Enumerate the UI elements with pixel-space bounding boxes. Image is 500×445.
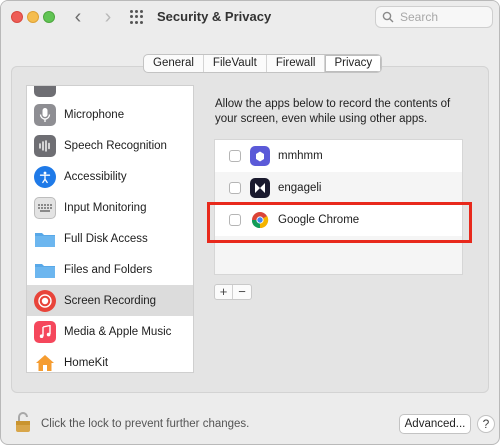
tab-filevault[interactable]: FileVault	[204, 55, 267, 72]
sidebar-item-speech-recognition[interactable]: Speech Recognition	[27, 130, 193, 161]
sidebar-item-screen-recording[interactable]: Screen Recording	[27, 285, 193, 316]
zoom-window-button[interactable]	[43, 11, 55, 23]
folder-icon	[34, 228, 56, 250]
tab-bar: General FileVault Firewall Privacy	[143, 54, 383, 73]
security-privacy-window: ‹ › Security & Privacy General FileVault…	[0, 0, 500, 445]
sidebar-item-accessibility[interactable]: Accessibility	[27, 161, 193, 192]
app-row-mmhmm[interactable]: mmhmm	[215, 140, 462, 172]
app-name: Google Chrome	[278, 214, 360, 226]
search-field[interactable]	[375, 6, 493, 28]
accessibility-icon	[34, 165, 56, 188]
sidebar-item-label: Accessibility	[64, 170, 127, 183]
waveform-icon	[34, 134, 56, 157]
app-list-empty-area	[215, 236, 462, 276]
window-title: Security & Privacy	[157, 9, 272, 24]
sidebar-item-files-and-folders[interactable]: Files and Folders	[27, 254, 193, 285]
sidebar-item-label: Screen Recording	[64, 294, 157, 307]
search-icon	[382, 11, 394, 23]
search-input[interactable]	[398, 9, 490, 25]
app-checkbox[interactable]	[229, 214, 241, 226]
forward-button[interactable]: ›	[97, 6, 119, 28]
app-name: engageli	[278, 182, 322, 194]
app-row-engageli[interactable]: engageli	[215, 172, 462, 204]
advanced-button[interactable]: Advanced...	[399, 414, 471, 434]
sidebar-item-input-monitoring[interactable]: Input Monitoring	[27, 192, 193, 223]
back-button[interactable]: ‹	[67, 6, 89, 28]
minimize-window-button[interactable]	[27, 11, 39, 23]
lock-status-text: Click the lock to prevent further change…	[41, 418, 250, 430]
privacy-sidebar: Microphone Speech Recognition Accessibil…	[26, 85, 194, 373]
tab-privacy[interactable]: Privacy	[325, 55, 382, 72]
screen-recording-description: Allow the apps below to record the conte…	[215, 98, 451, 125]
app-row-google-chrome[interactable]: Google Chrome	[215, 204, 462, 236]
engageli-icon	[250, 178, 270, 198]
sidebar-item-label: Microphone	[64, 108, 125, 121]
microphone-icon	[34, 103, 56, 126]
app-checkbox[interactable]	[229, 182, 241, 194]
sidebar-item-label: Input Monitoring	[64, 201, 147, 214]
mmhmm-icon	[250, 146, 270, 166]
microphone-icon	[34, 86, 56, 97]
app-list: mmhmm engageli Google Chrome	[214, 139, 463, 275]
app-name: mmhmm	[278, 150, 323, 162]
home-icon	[34, 352, 56, 373]
lock-icon[interactable]	[14, 411, 34, 438]
add-app-button[interactable]: +	[215, 285, 233, 299]
sidebar-item-label: Speech Recognition	[64, 139, 167, 152]
add-remove-control: + −	[214, 284, 252, 300]
chrome-icon	[250, 210, 270, 230]
sidebar-item-label: Files and Folders	[64, 263, 153, 276]
music-icon	[34, 320, 56, 343]
show-all-grid-icon[interactable]	[130, 10, 144, 24]
sidebar-item-label: HomeKit	[64, 356, 109, 369]
sidebar-item-homekit[interactable]: HomeKit	[27, 347, 193, 373]
sidebar-item-media-apple-music[interactable]: Media & Apple Music	[27, 316, 193, 347]
tab-general[interactable]: General	[144, 55, 204, 72]
app-checkbox[interactable]	[229, 150, 241, 162]
sidebar-item-microphone[interactable]: Microphone	[27, 99, 193, 130]
folder-icon	[34, 259, 56, 281]
close-window-button[interactable]	[11, 11, 23, 23]
keyboard-icon	[34, 196, 56, 219]
help-button[interactable]: ?	[477, 415, 495, 433]
tab-firewall[interactable]: Firewall	[267, 55, 326, 72]
sidebar-item-label: Full Disk Access	[64, 232, 148, 245]
screen-recording-icon	[34, 289, 56, 312]
sidebar-item-label: Media & Apple Music	[64, 325, 172, 338]
sidebar-item-full-disk-access[interactable]: Full Disk Access	[27, 223, 193, 254]
title-bar: ‹ › Security & Privacy	[1, 1, 499, 35]
remove-app-button[interactable]: −	[233, 285, 251, 299]
